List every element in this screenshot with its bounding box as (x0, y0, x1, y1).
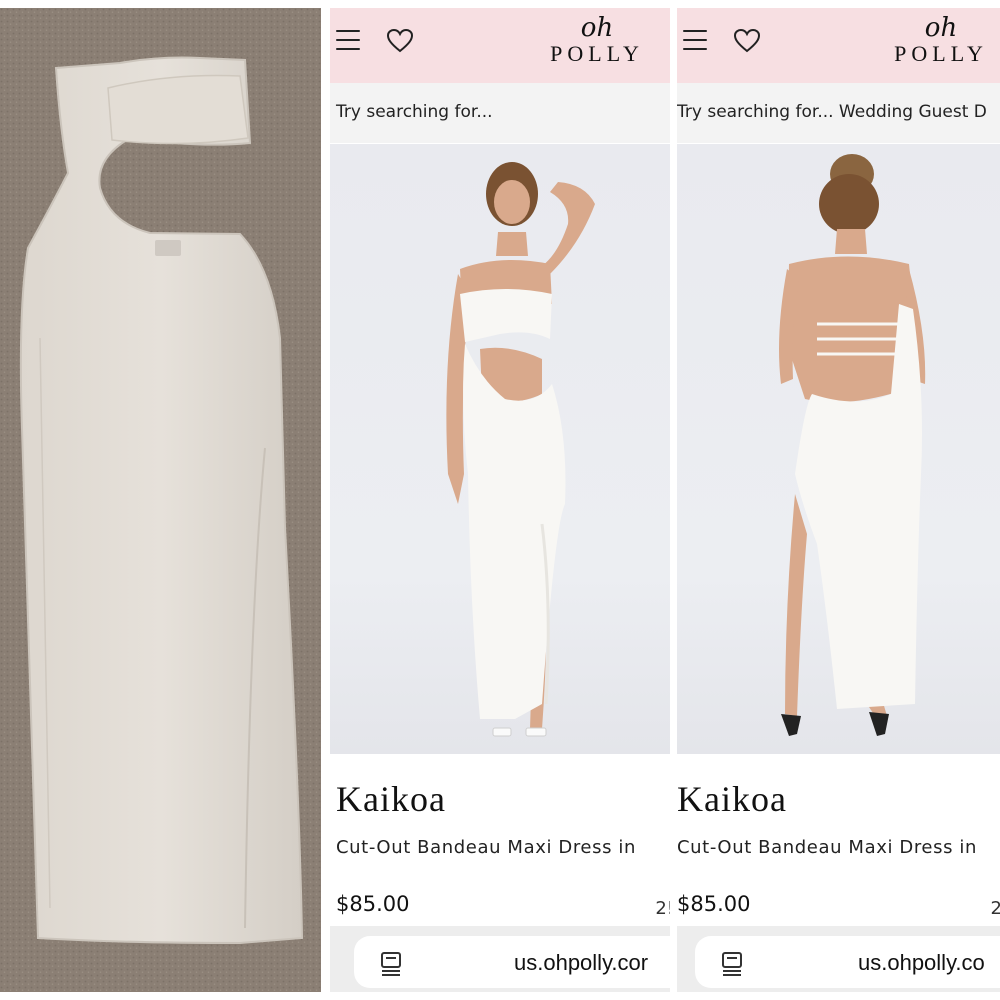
search-bar[interactable]: Try searching for... Wedding Guest D (677, 83, 1000, 143)
logo-polly: POLLY (894, 41, 988, 66)
heart-icon[interactable] (733, 28, 761, 54)
url-text: us.ohpolly.co (858, 950, 985, 975)
top-nav-bar: oh POLLY (330, 8, 670, 83)
product-price: $85.00 (336, 892, 410, 916)
product-brand[interactable]: Kaikoa (336, 778, 446, 820)
product-screen-front: oh POLLY Try searching for... Kaikoa Cut… (330, 8, 670, 992)
logo-polly: POLLY (550, 41, 644, 66)
logo-oh: oh (580, 13, 614, 43)
partial-count-text: 2! (655, 898, 670, 919)
flat-lay-dress-photo (0, 8, 321, 992)
tabs-icon[interactable] (719, 950, 745, 976)
product-subtitle[interactable]: Cut-Out Bandeau Maxi Dress in (677, 837, 977, 858)
address-pill[interactable]: us.ohpolly.cor (354, 936, 670, 988)
logo-oh: oh (924, 13, 958, 43)
product-brand[interactable]: Kaikoa (677, 778, 787, 820)
browser-address-bar: us.ohpolly.co (677, 926, 1000, 992)
heart-icon[interactable] (386, 28, 414, 54)
browser-address-bar: us.ohpolly.cor (330, 926, 670, 992)
product-screen-back: oh POLLY Try searching for... Wedding Gu… (677, 8, 1000, 992)
hamburger-menu-icon[interactable] (336, 30, 360, 50)
product-price: $85.00 (677, 892, 751, 916)
brand-logo[interactable]: oh POLLY (886, 14, 996, 74)
hamburger-menu-icon[interactable] (683, 30, 707, 50)
product-image-front[interactable] (330, 144, 670, 754)
url-text: us.ohpolly.cor (514, 950, 649, 975)
search-placeholder: Try searching for... Wedding Guest D (677, 102, 987, 122)
brand-logo[interactable]: oh POLLY (542, 14, 652, 74)
search-placeholder: Try searching for... (336, 102, 493, 122)
tabs-icon[interactable] (378, 950, 404, 976)
address-pill[interactable]: us.ohpolly.co (695, 936, 1000, 988)
search-bar[interactable]: Try searching for... (330, 83, 670, 143)
partial-count-text: 2 (990, 898, 1000, 919)
top-nav-bar: oh POLLY (677, 8, 1000, 83)
product-image-back[interactable] (677, 144, 1000, 754)
product-subtitle[interactable]: Cut-Out Bandeau Maxi Dress in (336, 837, 636, 858)
